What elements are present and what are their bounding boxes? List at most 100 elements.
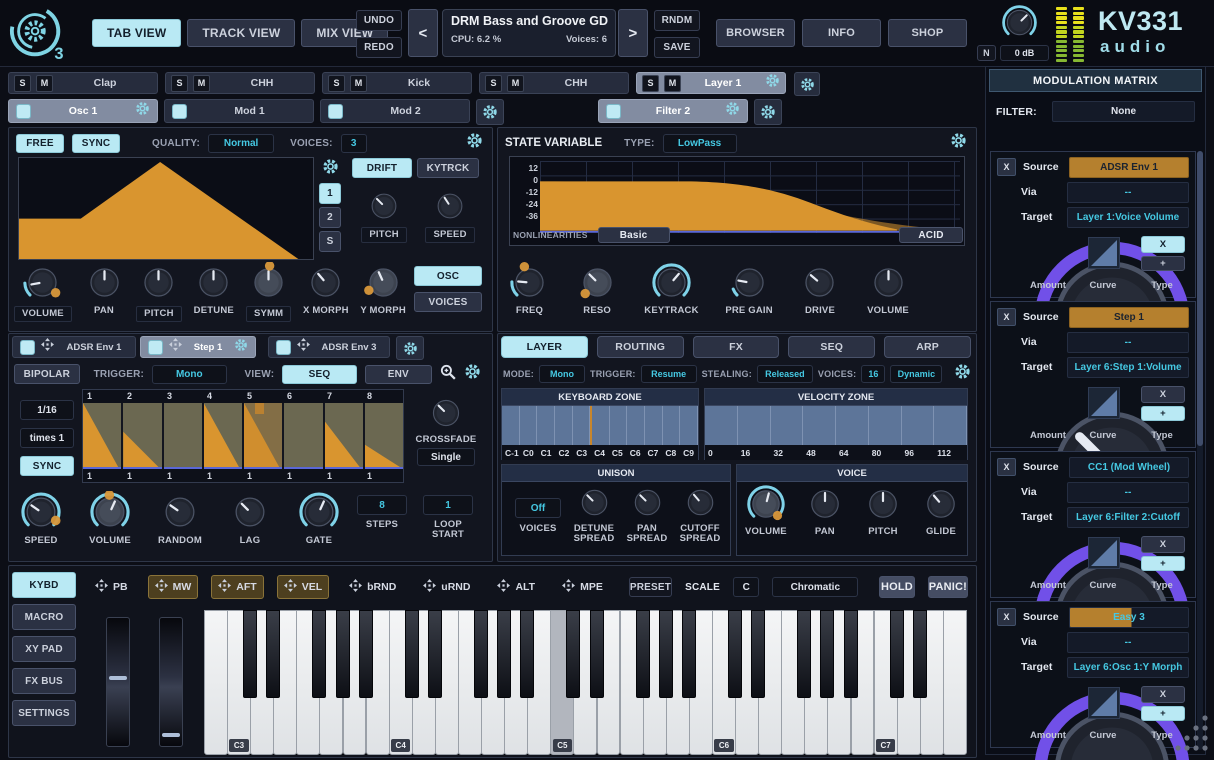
layer-add-gear-icon[interactable] [794, 72, 820, 96]
module-tab-osc-1[interactable]: Osc 1 [8, 99, 158, 123]
mod-source-select[interactable]: ADSR Env 1 [1069, 157, 1189, 178]
toggle-pb[interactable]: PB [88, 575, 135, 599]
env-enable-checkbox[interactable] [276, 340, 291, 355]
black-key[interactable] [243, 610, 257, 698]
black-key[interactable] [890, 610, 904, 698]
step-cell-2[interactable] [123, 403, 161, 469]
kytrck-button[interactable]: KYTRCK [417, 158, 479, 178]
osc-sync-button[interactable]: SYNC [72, 134, 120, 153]
mod-type-plus-button[interactable]: + [1141, 256, 1185, 271]
zone-segment[interactable] [627, 406, 645, 445]
osc-settings-gear-icon[interactable] [466, 132, 483, 154]
osc-detune-knob[interactable] [193, 262, 234, 303]
panic-button[interactable]: PANIC! [928, 576, 968, 598]
black-key[interactable] [590, 610, 604, 698]
mod-target-select[interactable]: Layer 1:Voice Volume [1067, 207, 1189, 228]
module-tab-gear-icon[interactable] [135, 101, 150, 121]
seq-speed-knob[interactable] [20, 491, 62, 533]
voice-volume-knob[interactable] [746, 484, 786, 524]
zoom-icon[interactable] [440, 364, 456, 385]
toggle-brnd[interactable]: bRND [342, 575, 403, 599]
mod-source-select[interactable]: CC1 (Mod Wheel) [1069, 457, 1189, 478]
mod-via-select[interactable]: -- [1067, 332, 1189, 353]
layer-settings-gear-icon[interactable] [954, 363, 971, 385]
black-key[interactable] [636, 610, 650, 698]
layer-page-tab-arp[interactable]: ARP [884, 336, 971, 358]
seq-times-value[interactable]: times 1 [20, 428, 74, 448]
layer-page-tab-layer[interactable]: LAYER [501, 336, 588, 358]
mod-target-select[interactable]: Layer 6:Step 1:Volume [1067, 357, 1189, 378]
unison-pan-spread-knob[interactable] [629, 484, 666, 521]
modenv-settings-gear-icon[interactable] [464, 363, 481, 385]
toggle-urnd[interactable]: uRND [416, 575, 477, 599]
sidebar-xy-pad[interactable]: XY PAD [12, 636, 76, 662]
crossfade-knob[interactable] [427, 394, 465, 432]
filter-settings-gear-icon[interactable] [950, 132, 967, 154]
zone-segment[interactable] [520, 406, 538, 445]
solo-button[interactable]: S [14, 75, 31, 92]
mute-button[interactable]: M [350, 75, 367, 92]
filter-reso-knob[interactable] [577, 262, 618, 303]
loop-start-value[interactable]: 1 [423, 495, 473, 515]
black-key[interactable] [751, 610, 765, 698]
acid-button[interactable]: ACID [899, 227, 963, 243]
mod-add-gear-icon[interactable] [476, 99, 504, 125]
wave-edit-gear-icon[interactable] [322, 158, 339, 180]
module-tab-gear-icon[interactable] [725, 101, 740, 121]
zone-segment[interactable] [934, 406, 967, 445]
mod-via-select[interactable]: -- [1067, 182, 1189, 203]
filter-type-select[interactable]: LowPass [663, 134, 737, 153]
mod-source-select[interactable]: Easy 3 [1069, 607, 1189, 628]
zone-segment[interactable] [590, 406, 610, 445]
mod-slot-close-button[interactable]: X [997, 458, 1016, 476]
preset-display[interactable]: DRM Bass and Groove GD CPU: 6.2 % Voices… [442, 9, 616, 57]
module-enable-checkbox[interactable] [172, 104, 187, 119]
drag-handle-icon[interactable] [297, 338, 310, 356]
black-key[interactable] [682, 610, 696, 698]
black-key[interactable] [797, 610, 811, 698]
unison-cutoff-spread-knob[interactable] [682, 484, 719, 521]
crossfade-select[interactable]: Single [417, 448, 475, 466]
pitch-bend-wheel[interactable] [106, 617, 130, 747]
toggle-vel[interactable]: VEL [277, 575, 329, 599]
filter-keytrack-knob[interactable] [651, 262, 692, 303]
dynamic-select[interactable]: Dynamic [890, 365, 942, 383]
mod-type-x-button[interactable]: X [1141, 686, 1185, 703]
save-button[interactable]: SAVE [654, 37, 700, 58]
stealing-select[interactable]: Released [757, 365, 813, 383]
step-cell-4[interactable] [204, 403, 242, 469]
layer-page-tab-fx[interactable]: FX [693, 336, 780, 358]
black-key[interactable] [913, 610, 927, 698]
sidebar-macro[interactable]: MACRO [12, 604, 76, 630]
mod-type-plus-button[interactable]: + [1141, 406, 1185, 421]
step-cell-6[interactable] [284, 403, 322, 469]
black-key[interactable] [659, 610, 673, 698]
toggle-aft[interactable]: AFT [211, 575, 263, 599]
osc-pan-knob[interactable] [84, 262, 125, 303]
filter-volume-knob[interactable] [868, 262, 909, 303]
redo-button[interactable]: REDO [356, 37, 402, 58]
view-tab-track-view[interactable]: TRACK VIEW [187, 19, 295, 47]
zone-segment[interactable] [502, 406, 520, 445]
mono-button[interactable]: N [977, 45, 996, 61]
osc-y-morph-knob[interactable] [363, 262, 404, 303]
sidebar-kybd[interactable]: KYBD [12, 572, 76, 598]
module-tab-mod-1[interactable]: Mod 1 [164, 99, 314, 123]
zone-segment[interactable] [663, 406, 681, 445]
toggle-mw[interactable]: MW [148, 575, 199, 599]
filter-drive-knob[interactable] [799, 262, 840, 303]
mm-filter-select[interactable]: None [1052, 101, 1195, 122]
mod-target-select[interactable]: Layer 6:Filter 2:Cutoff [1067, 507, 1189, 528]
zone-segment[interactable] [771, 406, 804, 445]
black-key[interactable] [266, 610, 280, 698]
voices-mode-button[interactable]: VOICES [414, 292, 482, 312]
mod-wheel[interactable] [159, 617, 183, 747]
osc-free-button[interactable]: FREE [16, 134, 64, 153]
keyboard-zone[interactable]: KEYBOARD ZONE C-1C0C1C2C3C4C5C6C7C8C9 [501, 388, 699, 460]
preset-scale-button[interactable]: PRESET [629, 577, 672, 597]
osc-x-morph-knob[interactable] [305, 262, 346, 303]
black-key[interactable] [566, 610, 580, 698]
mute-button[interactable]: M [193, 75, 210, 92]
scale-key-select[interactable]: C [733, 577, 759, 597]
step-cell-1[interactable] [83, 403, 121, 469]
